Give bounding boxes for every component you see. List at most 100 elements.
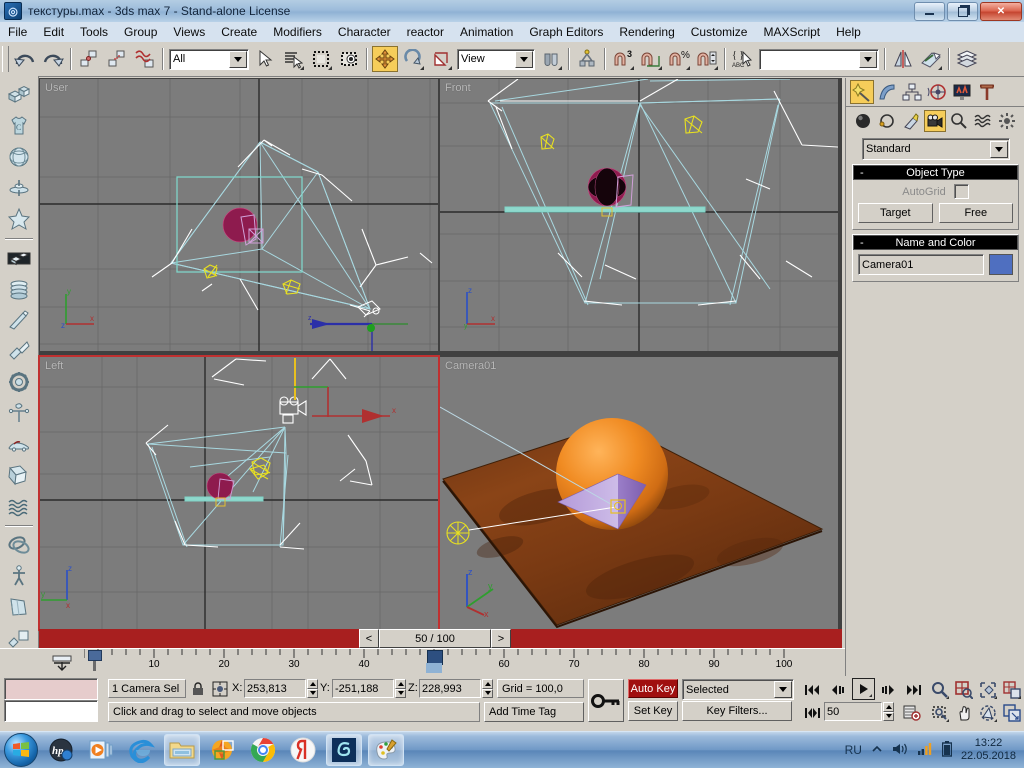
autogrid-checkbox[interactable] [953,184,969,199]
geometry-button[interactable] [852,110,874,132]
snap-toggle-button[interactable]: 3 [610,46,636,72]
target-camera-button[interactable]: Target [858,203,933,223]
align-button[interactable] [574,46,600,72]
previous-frame-arrow[interactable]: < [359,629,379,648]
menu-views[interactable]: Views [165,23,213,41]
minimize-button[interactable] [914,2,945,21]
chevron-down-icon-5[interactable] [990,140,1008,158]
z-spinner[interactable] [482,679,493,698]
helpers-button[interactable] [948,110,970,132]
menu-graph-editors[interactable]: Graph Editors [521,23,611,41]
menu-customize[interactable]: Customize [683,23,756,41]
auto-key-button[interactable]: Auto Key [628,679,678,698]
next-frame-button[interactable] [876,679,899,701]
spinner-snap-toggle-button[interactable] [694,46,720,72]
zoom-all-button[interactable] [952,679,975,701]
current-frame-spinner[interactable] [883,702,894,721]
network-icon[interactable] [917,742,933,759]
taskbar-photo-editor[interactable] [206,735,240,765]
bend-button[interactable] [4,336,34,366]
toolbar-grip[interactable] [2,46,9,72]
restore-button[interactable] [947,2,978,21]
battery-icon[interactable] [941,740,953,760]
zoom-button[interactable] [928,679,951,701]
chevron-down-icon[interactable] [229,50,247,68]
taskbar-google-chrome[interactable] [246,735,280,765]
undo-button[interactable] [12,46,38,72]
name-and-color-header[interactable]: - Name and Color [853,235,1018,250]
bind-to-space-warp-button[interactable] [132,46,158,72]
x-spinner[interactable] [307,679,318,698]
coil-spring-button[interactable] [4,274,34,304]
z-coordinate-field[interactable]: 228,993 [419,679,481,698]
taskbar-paint-palette[interactable] [368,734,404,766]
y-coordinate-field[interactable]: -251,188 [332,679,394,698]
viewport-user[interactable]: User z y x z [40,79,438,351]
viewport-camera01[interactable]: Camera01 z y x [440,357,838,629]
menu-modifiers[interactable]: Modifiers [265,23,330,41]
set-key-button[interactable]: Set Key [628,701,678,721]
menu-animation[interactable]: Animation [452,23,521,41]
menu-rendering[interactable]: Rendering [611,23,682,41]
display-tab[interactable] [950,80,974,104]
arc-rotate-button[interactable] [976,702,999,724]
modify-tab[interactable] [875,80,899,104]
object-type-collapse-icon[interactable]: - [860,167,864,179]
maxscript-mini-listener-output[interactable] [4,678,98,700]
menu-edit[interactable]: Edit [35,23,72,41]
set-key-mode-button[interactable] [588,679,624,722]
taskbar-windows-explorer[interactable] [164,734,200,766]
weathervane-button[interactable] [4,398,34,428]
next-frame-arrow[interactable]: > [491,629,511,648]
selection-lock-toggle[interactable] [188,679,208,698]
key-filters-button[interactable]: Key Filters... [682,701,792,721]
named-selection-sets-button[interactable]: { } ABC [730,46,756,72]
cloth-garment-button[interactable]: C [4,111,34,141]
layer-manager-button[interactable] [954,46,980,72]
x-coordinate-field[interactable]: 253,813 [244,679,306,698]
menu-file[interactable]: File [0,23,35,41]
start-button[interactable] [4,733,38,767]
menu-create[interactable]: Create [213,23,265,41]
time-slider-value[interactable]: 50 / 100 [379,629,491,648]
viewport-left[interactable]: Left x z y x [38,355,440,631]
taskbar-hp-support[interactable]: hp [44,735,78,765]
timeline-ruler[interactable]: 10 20 30 40 50 60 70 80 90 100 [83,649,804,677]
box-primitives-button[interactable] [4,80,34,110]
select-object-button[interactable] [252,46,278,72]
spinning-top-button[interactable] [4,173,34,203]
subcategory-combo[interactable]: Standard [862,138,1010,160]
bevel-box-button[interactable] [4,243,34,273]
time-configuration-button[interactable] [900,702,923,724]
chisel-button[interactable] [4,305,34,335]
taskbar-yandex-browser[interactable] [286,735,320,765]
y-spinner[interactable] [395,679,406,698]
chevron-down-icon-3[interactable] [859,50,877,68]
go-to-end-button[interactable] [902,679,925,701]
zoom-extents-button[interactable] [976,679,999,701]
torus-knot-button[interactable] [4,530,34,560]
motion-tab[interactable] [925,80,949,104]
menu-reactor[interactable]: reactor [399,23,452,41]
gear-button[interactable] [4,367,34,397]
menu-tools[interactable]: Tools [72,23,116,41]
sphere-button[interactable] [4,142,34,172]
key-filter-selection-combo[interactable]: Selected [682,679,794,700]
taskbar-media-player[interactable] [84,735,118,765]
zoom-extents-all-button[interactable] [1000,679,1023,701]
utilities-tab[interactable] [975,80,999,104]
car-button[interactable] [4,429,34,459]
previous-frame-button[interactable] [826,679,849,701]
chevron-down-icon-2[interactable] [515,50,533,68]
star-shape-button[interactable] [4,204,34,234]
menu-maxscript[interactable]: MAXScript [755,23,828,41]
selection-filter-combo[interactable]: All [169,48,249,70]
open-track-view-button[interactable] [44,650,80,676]
space-warps-button[interactable] [972,110,994,132]
menu-help[interactable]: Help [828,23,869,41]
reference-coordinate-system-combo[interactable]: View [457,48,535,70]
menu-group[interactable]: Group [116,23,165,41]
free-camera-button[interactable]: Free [938,203,1013,223]
absolute-mode-transform-type-in-button[interactable] [210,679,230,698]
field-of-view-button[interactable] [928,702,951,724]
